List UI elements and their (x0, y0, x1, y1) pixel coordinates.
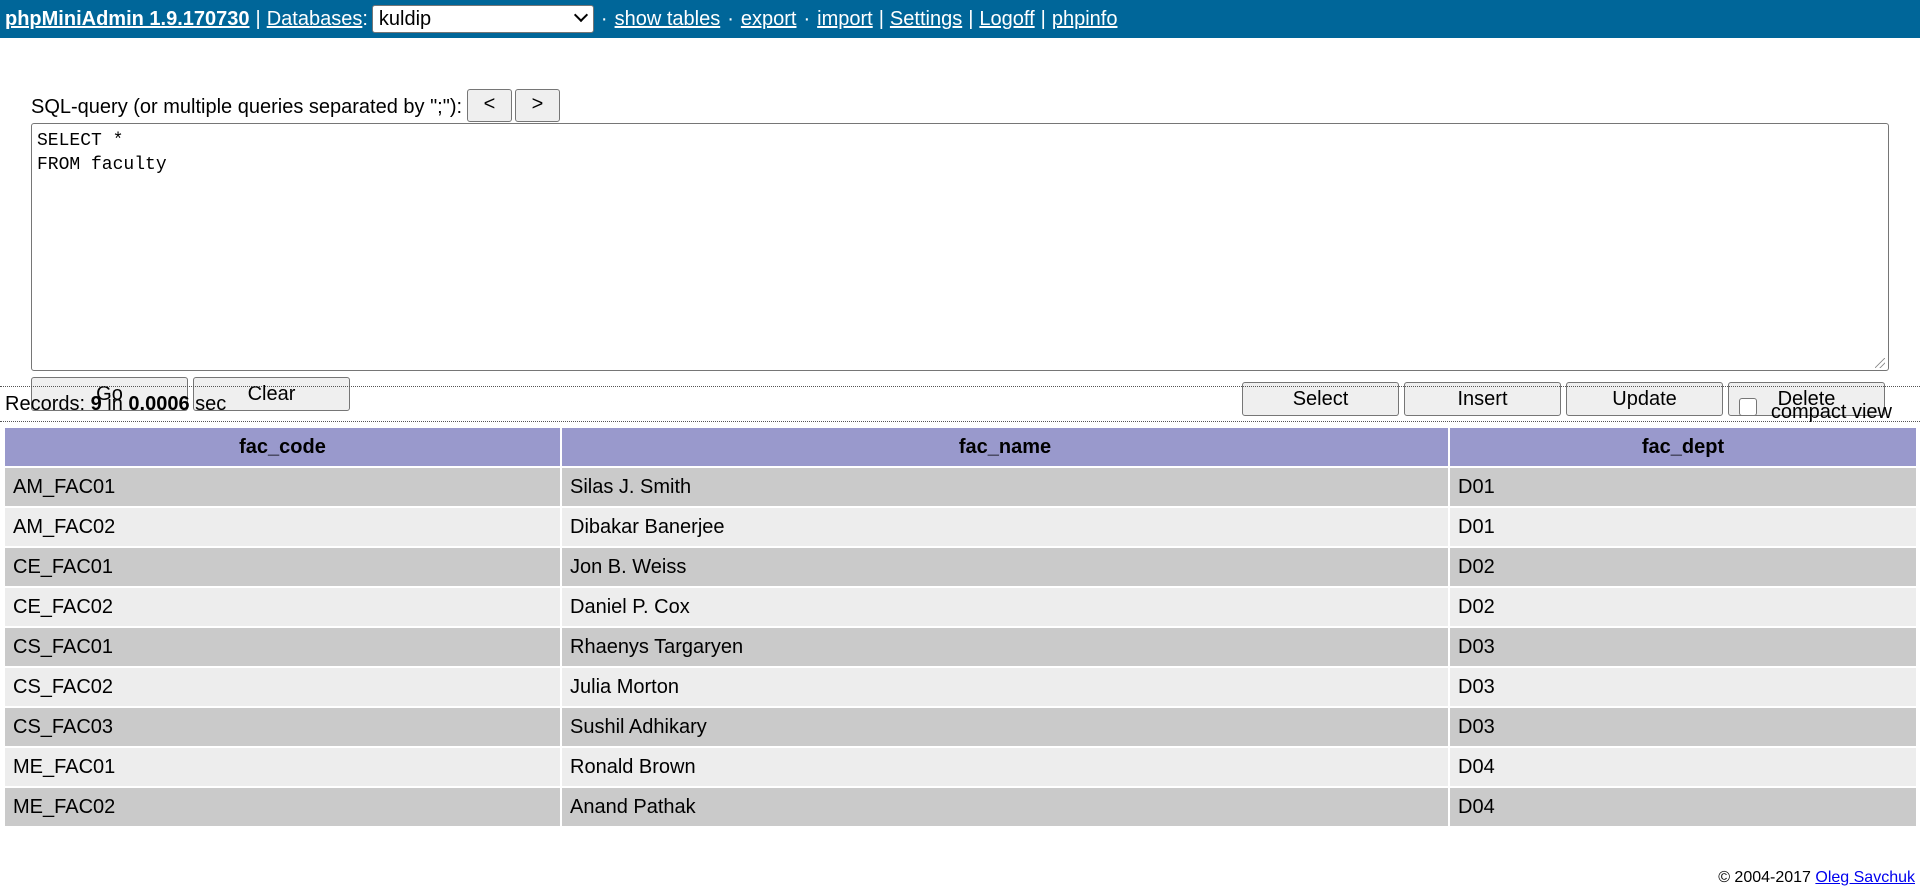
table-row: CS_FAC01 Rhaenys Targaryen D03 (5, 628, 1916, 668)
table-row: ME_FAC02 Anand Pathak D04 (5, 788, 1916, 828)
table-row: CS_FAC03 Sushil Adhikary D03 (5, 708, 1916, 748)
export-link[interactable]: export (741, 8, 797, 31)
nav-dot-separator: · (727, 7, 734, 30)
nav-separator: | (255, 7, 261, 30)
nav-separator: | (1040, 7, 1046, 30)
phpinfo-link[interactable]: phpinfo (1052, 8, 1118, 31)
logoff-link[interactable]: Logoff (979, 8, 1034, 31)
table-cell: D02 (1450, 588, 1916, 628)
table-header-row: fac_code fac_name fac_dept (5, 428, 1916, 468)
table-cell: D01 (1450, 468, 1916, 508)
divider (0, 386, 1920, 387)
database-select[interactable]: kuldip (371, 5, 594, 33)
table-cell: Silas J. Smith (562, 468, 1448, 508)
resize-grip-icon[interactable] (1875, 358, 1885, 368)
table-cell: CS_FAC03 (5, 708, 560, 748)
databases-colon: : (362, 7, 368, 30)
select-button[interactable]: Select (1242, 382, 1399, 416)
column-header[interactable]: fac_code (5, 428, 560, 468)
author-link[interactable]: Oleg Savchuk (1815, 869, 1915, 886)
footer: © 2004-2017 Oleg Savchuk (1718, 869, 1915, 887)
table-row: CS_FAC02 Julia Morton D03 (5, 668, 1916, 708)
previous-query-button[interactable]: < (467, 89, 512, 122)
table-cell: Daniel P. Cox (562, 588, 1448, 628)
insert-button[interactable]: Insert (1404, 382, 1561, 416)
table-cell: Julia Morton (562, 668, 1448, 708)
column-header[interactable]: fac_name (562, 428, 1448, 468)
table-row: AM_FAC01 Silas J. Smith D01 (5, 468, 1916, 508)
table-cell: Ronald Brown (562, 748, 1448, 788)
table-cell: D04 (1450, 788, 1916, 828)
table-cell: CE_FAC01 (5, 548, 560, 588)
settings-link[interactable]: Settings (890, 8, 962, 31)
app-home-link[interactable]: phpMiniAdmin 1.9.170730 (5, 8, 250, 31)
nav-dot-separator: · (803, 7, 811, 30)
records-label: Records: (5, 393, 86, 415)
results-table: fac_code fac_name fac_dept AM_FAC01 Sila… (3, 428, 1918, 828)
table-row: CE_FAC02 Daniel P. Cox D02 (5, 588, 1916, 628)
table-cell: D02 (1450, 548, 1916, 588)
table-cell: Rhaenys Targaryen (562, 628, 1448, 668)
copyright-text: © 2004-2017 (1718, 869, 1811, 886)
show-tables-link[interactable]: show tables (615, 8, 721, 31)
records-status: Records: 9 in 0.0006 sec (5, 393, 226, 416)
query-panel: SQL-query (or multiple queries separated… (0, 38, 1920, 416)
next-query-button[interactable]: > (515, 89, 560, 122)
update-button[interactable]: Update (1566, 382, 1723, 416)
table-cell: D03 (1450, 668, 1916, 708)
records-in-label: in (107, 393, 123, 415)
table-cell: AM_FAC02 (5, 508, 560, 548)
divider (0, 421, 1920, 422)
sql-query-label: SQL-query (or multiple queries separated… (31, 96, 463, 118)
top-nav-bar: phpMiniAdmin 1.9.170730 | Databases: kul… (0, 0, 1920, 38)
table-cell: Anand Pathak (562, 788, 1448, 828)
table-cell: AM_FAC01 (5, 468, 560, 508)
chevron-down-icon (573, 7, 588, 23)
import-link[interactable]: import (817, 8, 873, 31)
table-cell: Dibakar Banerjee (562, 508, 1448, 548)
table-cell: ME_FAC01 (5, 748, 560, 788)
compact-view-checkbox[interactable] (1738, 398, 1757, 416)
table-cell: CE_FAC02 (5, 588, 560, 628)
databases-link[interactable]: Databases (267, 8, 363, 31)
records-count: 9 (90, 393, 102, 415)
sql-query-textarea[interactable]: SELECT * FROM faculty (31, 123, 1889, 371)
column-header[interactable]: fac_dept (1450, 428, 1916, 468)
query-time: 0.0006 (128, 393, 190, 415)
table-cell: ME_FAC02 (5, 788, 560, 828)
table-row: ME_FAC01 Ronald Brown D04 (5, 748, 1916, 788)
table-row: AM_FAC02 Dibakar Banerjee D01 (5, 508, 1916, 548)
nav-separator: | (878, 7, 884, 30)
table-cell: D01 (1450, 508, 1916, 548)
records-sec-label: sec (195, 393, 227, 415)
database-select-value: kuldip (378, 8, 432, 30)
table-cell: D03 (1450, 628, 1916, 668)
table-cell: CS_FAC02 (5, 668, 560, 708)
table-cell: D04 (1450, 748, 1916, 788)
table-cell: CS_FAC01 (5, 628, 560, 668)
nav-separator: | (968, 7, 974, 30)
table-cell: Sushil Adhikary (562, 708, 1448, 748)
table-cell: D03 (1450, 708, 1916, 748)
nav-dot-separator: · (600, 7, 608, 30)
table-cell: Jon B. Weiss (562, 548, 1448, 588)
table-row: CE_FAC01 Jon B. Weiss D02 (5, 548, 1916, 588)
